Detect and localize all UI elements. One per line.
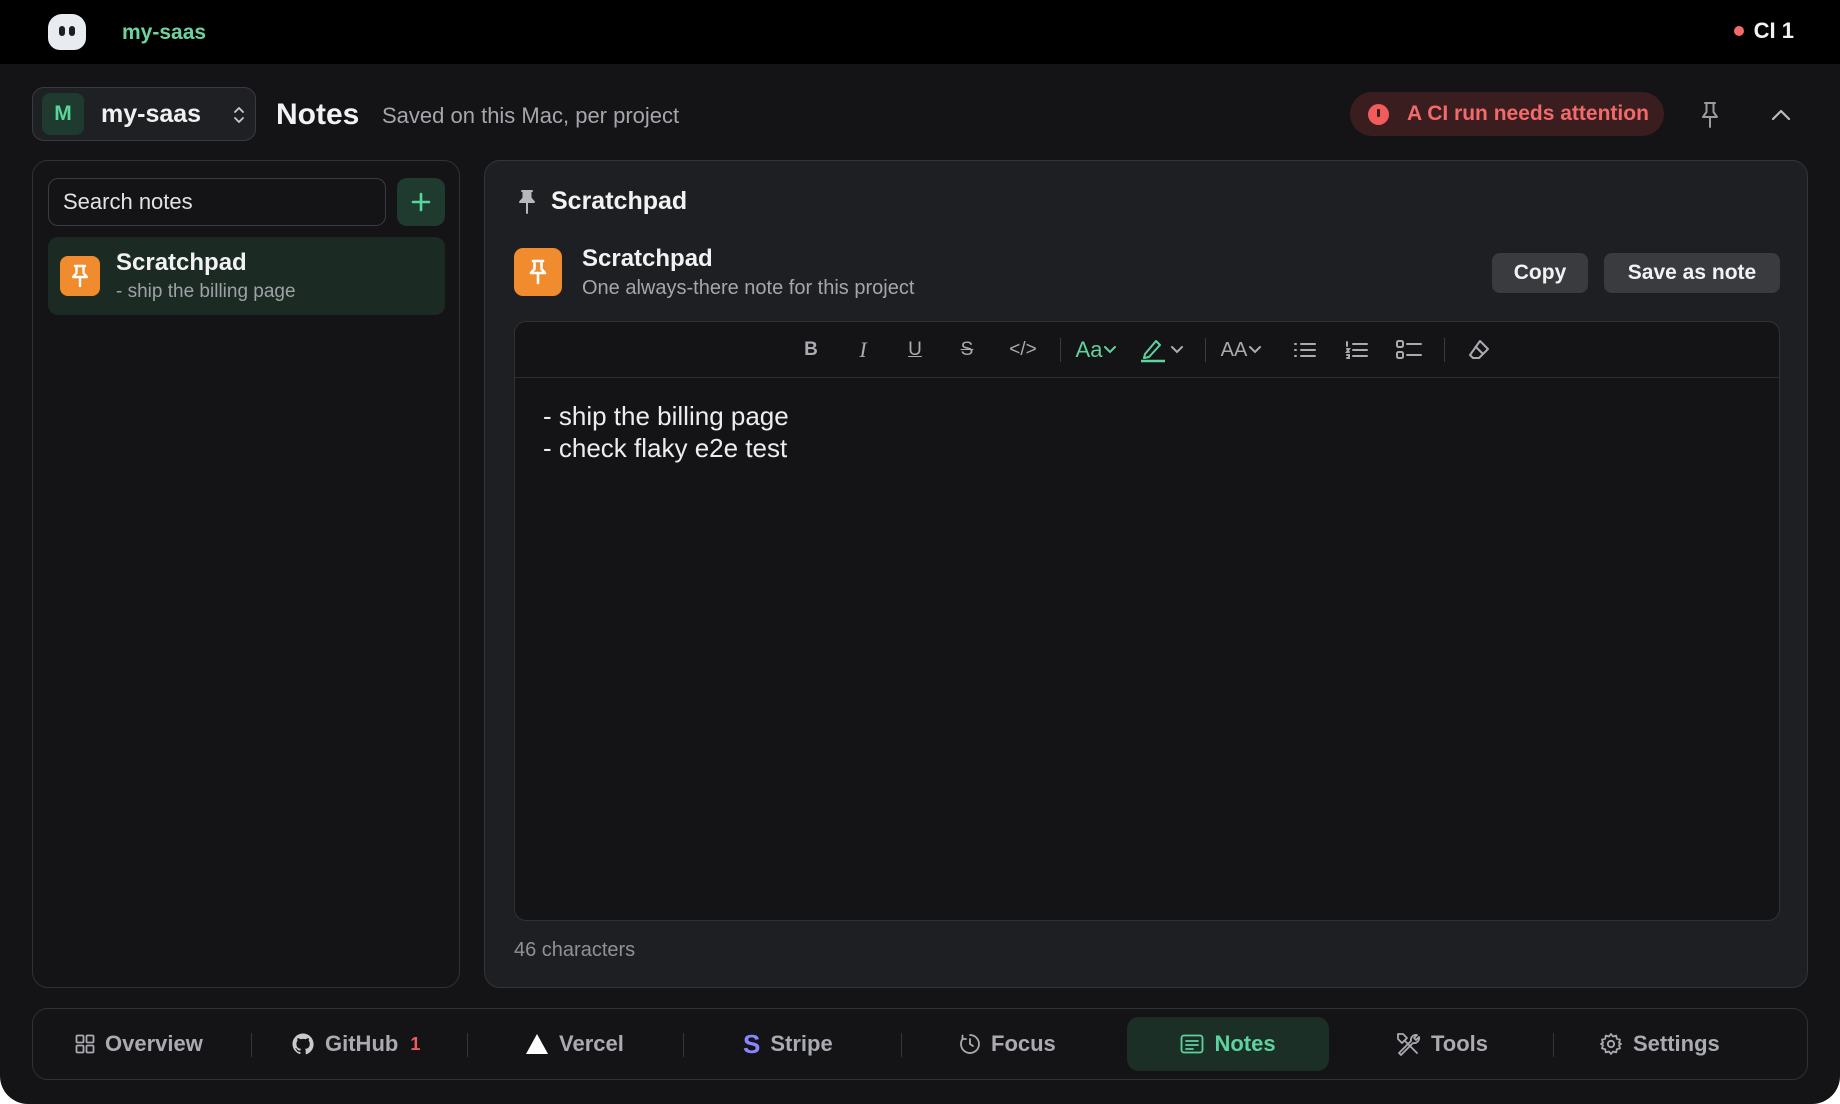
- project-picker[interactable]: M my-saas: [32, 87, 256, 141]
- bold-button[interactable]: B: [797, 336, 825, 364]
- pin-icon: [519, 189, 535, 214]
- pin-icon: [60, 256, 100, 296]
- ci-dot-icon: [1733, 26, 1744, 36]
- toolbar-divider: [1444, 338, 1445, 362]
- text-size-dropdown[interactable]: AA: [1215, 336, 1267, 364]
- eraser-icon[interactable]: [1465, 336, 1493, 364]
- chevron-up-down-icon: [234, 107, 244, 123]
- nav-label: Notes: [1214, 1031, 1276, 1056]
- github-icon: [292, 1033, 314, 1055]
- nav-label: Focus: [991, 1031, 1056, 1056]
- page-title: Notes: [276, 98, 360, 131]
- panel-title: Scratchpad: [551, 187, 688, 215]
- bottom-navigation: Overview GitHub 1 Vercel S Stripe Focus …: [32, 1008, 1808, 1080]
- gear-icon: [1600, 1033, 1622, 1055]
- nav-item-stripe[interactable]: S Stripe: [743, 1017, 833, 1071]
- project-picker-name: my-saas: [101, 99, 202, 128]
- nav-item-github[interactable]: GitHub 1: [291, 1017, 420, 1071]
- formatting-toolbar: B I U S </> Aa AA: [515, 322, 1779, 378]
- chevron-up-icon[interactable]: [1770, 104, 1792, 126]
- project-avatar: M: [42, 93, 84, 135]
- notes-sidebar: Scratchpad - ship the billing page: [32, 160, 460, 988]
- tools-icon: [1397, 1033, 1420, 1056]
- highlighter-icon: [1141, 340, 1165, 363]
- note-list-item[interactable]: Scratchpad - ship the billing page: [48, 237, 445, 315]
- grid-icon: [75, 1034, 95, 1054]
- add-note-button[interactable]: [397, 178, 445, 226]
- character-count: 46 characters: [514, 939, 636, 961]
- app-window: my-saas CI 1 M my-saas Notes Saved on th…: [0, 0, 1840, 1104]
- note-editor: B I U S </> Aa AA - ship the billing pag…: [514, 321, 1780, 921]
- note-preview: - ship the billing page: [116, 281, 296, 302]
- font-family-dropdown[interactable]: Aa: [1070, 336, 1122, 364]
- toolbar-divider: [1205, 338, 1206, 362]
- text-size-label: AA: [1220, 338, 1248, 361]
- note-title: Scratchpad: [116, 249, 247, 276]
- timer-icon: [960, 1034, 980, 1054]
- checklist-icon[interactable]: [1393, 336, 1425, 364]
- chevron-down-icon: [1249, 346, 1262, 354]
- save-as-note-button[interactable]: Save as note: [1604, 253, 1780, 293]
- nav-divider: [683, 1033, 684, 1057]
- ci-status-label: CI 1: [1753, 18, 1794, 43]
- plus-icon: [411, 192, 431, 212]
- scratchpad-title: Scratchpad: [582, 245, 713, 272]
- nav-label: GitHub: [325, 1031, 399, 1056]
- nav-label: Vercel: [559, 1031, 624, 1056]
- underline-button[interactable]: U: [901, 336, 929, 364]
- chevron-down-icon: [1171, 346, 1183, 354]
- search-notes-input[interactable]: [48, 178, 386, 226]
- nav-divider: [1553, 1033, 1554, 1057]
- nav-divider: [251, 1033, 252, 1057]
- stripe-icon: S: [743, 1029, 761, 1059]
- app-logo-icon[interactable]: [48, 14, 86, 50]
- note-content[interactable]: - ship the billing page - check flaky e2…: [543, 400, 789, 464]
- copy-button[interactable]: Copy: [1492, 253, 1588, 293]
- pin-icon[interactable]: [1698, 100, 1722, 130]
- alert-icon: [1368, 103, 1389, 125]
- top-project-name: my-saas: [122, 21, 207, 44]
- nav-divider: [901, 1033, 902, 1057]
- ci-alert-button[interactable]: A CI run needs attention: [1350, 92, 1664, 136]
- ci-status[interactable]: CI 1: [1733, 18, 1794, 44]
- nav-item-settings[interactable]: Settings: [1599, 1017, 1720, 1071]
- nav-label: Settings: [1633, 1031, 1720, 1056]
- pin-icon: [514, 248, 562, 296]
- nav-item-focus[interactable]: Focus: [959, 1017, 1056, 1071]
- notes-icon: [1181, 1034, 1204, 1054]
- toolbar-divider: [1060, 338, 1061, 362]
- nav-item-overview[interactable]: Overview: [75, 1017, 203, 1071]
- font-family-label: Aa: [1075, 337, 1103, 362]
- page-subtitle: Saved on this Mac, per project: [382, 103, 680, 128]
- nav-divider: [467, 1033, 468, 1057]
- nav-label: Overview: [105, 1031, 203, 1056]
- italic-button[interactable]: I: [849, 336, 877, 364]
- nav-item-notes[interactable]: Notes: [1127, 1017, 1329, 1071]
- nav-label: Stripe: [770, 1031, 833, 1056]
- strikethrough-button[interactable]: S: [953, 336, 981, 364]
- panel-header: Scratchpad: [517, 187, 687, 216]
- chevron-down-icon: [1104, 346, 1117, 354]
- bullet-list-icon[interactable]: [1291, 336, 1319, 364]
- triangle-icon: [526, 1034, 548, 1054]
- ci-alert-label: A CI run needs attention: [1407, 102, 1649, 125]
- top-bar: my-saas CI 1: [0, 0, 1840, 64]
- nav-label: Tools: [1431, 1031, 1489, 1056]
- nav-item-vercel[interactable]: Vercel: [525, 1017, 624, 1071]
- note-panel: Scratchpad Scratchpad One always-there n…: [484, 160, 1808, 988]
- highlight-dropdown[interactable]: [1135, 336, 1187, 364]
- code-button[interactable]: </>: [1003, 336, 1043, 364]
- scratchpad-description: One always-there note for this project: [582, 277, 915, 299]
- numbered-list-icon[interactable]: [1343, 336, 1371, 364]
- github-count-badge: 1: [410, 1033, 421, 1054]
- nav-item-tools[interactable]: Tools: [1395, 1017, 1488, 1071]
